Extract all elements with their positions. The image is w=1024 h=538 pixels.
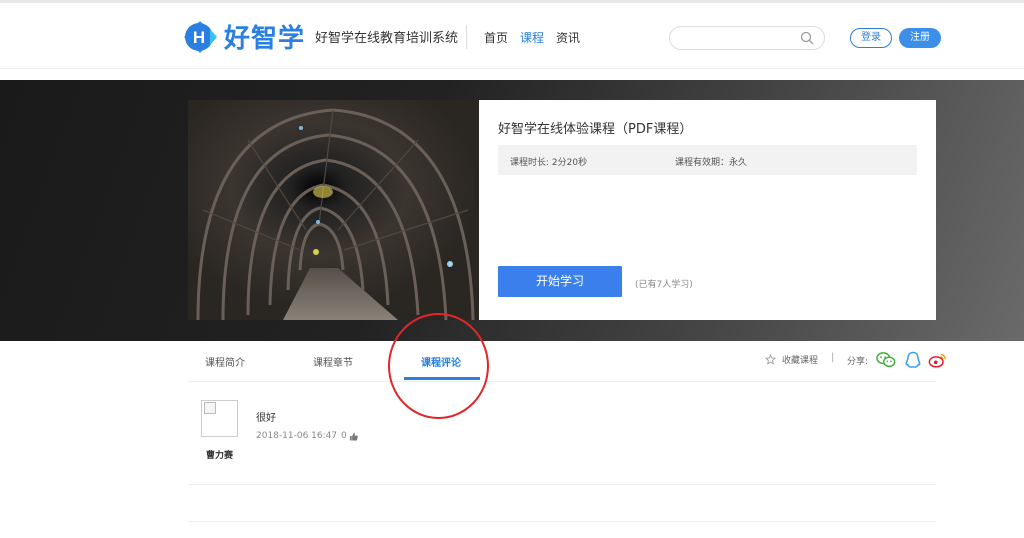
broken-image-icon — [204, 402, 216, 414]
nav-courses[interactable]: 课程 — [520, 29, 544, 46]
search-input[interactable] — [680, 28, 808, 50]
action-separator: | — [831, 352, 835, 363]
tab-course-chapters[interactable]: 课程章节 — [313, 354, 353, 369]
course-info-bar: 课程时长: 2分20秒 课程有效期：永久 — [498, 145, 917, 175]
avatar — [201, 400, 238, 437]
comment-text: 很好 — [256, 413, 276, 424]
nav-news[interactable]: 资讯 — [556, 29, 580, 46]
like-count: 0 — [341, 431, 347, 441]
tabs-divider — [188, 381, 936, 382]
logo-brand-text: 好智学 — [224, 24, 306, 54]
main-nav: 首页 课程 资讯 — [484, 29, 580, 46]
favorite-label: 收藏课程 — [782, 356, 819, 366]
course-title: 好智学在线体验课程（PDF课程） — [498, 122, 693, 137]
register-button[interactable]: 注册 — [899, 28, 941, 48]
share-label: 分享: — [847, 357, 869, 367]
footer-divider — [188, 521, 936, 522]
comment-like-button[interactable]: 0 — [341, 431, 358, 441]
wechat-icon[interactable] — [876, 351, 896, 369]
tab-course-intro[interactable]: 课程简介 — [205, 354, 245, 369]
comment-username: 曹力赛 — [206, 451, 234, 461]
course-cover-image[interactable] — [188, 100, 479, 320]
login-button[interactable]: 登录 — [850, 28, 892, 48]
favorite-course[interactable]: 收藏课程 — [765, 353, 818, 366]
qq-icon[interactable] — [903, 351, 923, 369]
course-duration: 课程时长: 2分20秒 — [510, 158, 588, 168]
comment-divider — [188, 484, 936, 485]
course-validity: 课程有效期：永久 — [675, 158, 748, 168]
star-icon — [765, 354, 776, 365]
search-box — [669, 26, 825, 50]
header-divider — [466, 25, 467, 49]
learner-count: (已有7人学习) — [635, 280, 693, 290]
search-icon[interactable] — [800, 31, 814, 45]
logo-subtitle: 好智学在线教育培训系统 — [315, 31, 459, 46]
annotation-circle — [388, 313, 489, 419]
svg-text:H: H — [193, 28, 205, 47]
nav-home[interactable]: 首页 — [484, 29, 508, 46]
weibo-icon[interactable] — [928, 351, 948, 369]
site-header: H 好智学 好智学在线教育培训系统 首页 课程 资讯 登录 注册 — [0, 3, 1024, 69]
comment-timestamp: 2018-11-06 16:47 — [256, 431, 338, 441]
site-logo[interactable]: H 好智学 好智学在线教育培训系统 — [182, 18, 458, 55]
logo-h-icon: H — [182, 19, 218, 55]
start-learning-button[interactable]: 开始学习 — [498, 266, 622, 297]
thumbs-up-icon — [349, 432, 358, 441]
